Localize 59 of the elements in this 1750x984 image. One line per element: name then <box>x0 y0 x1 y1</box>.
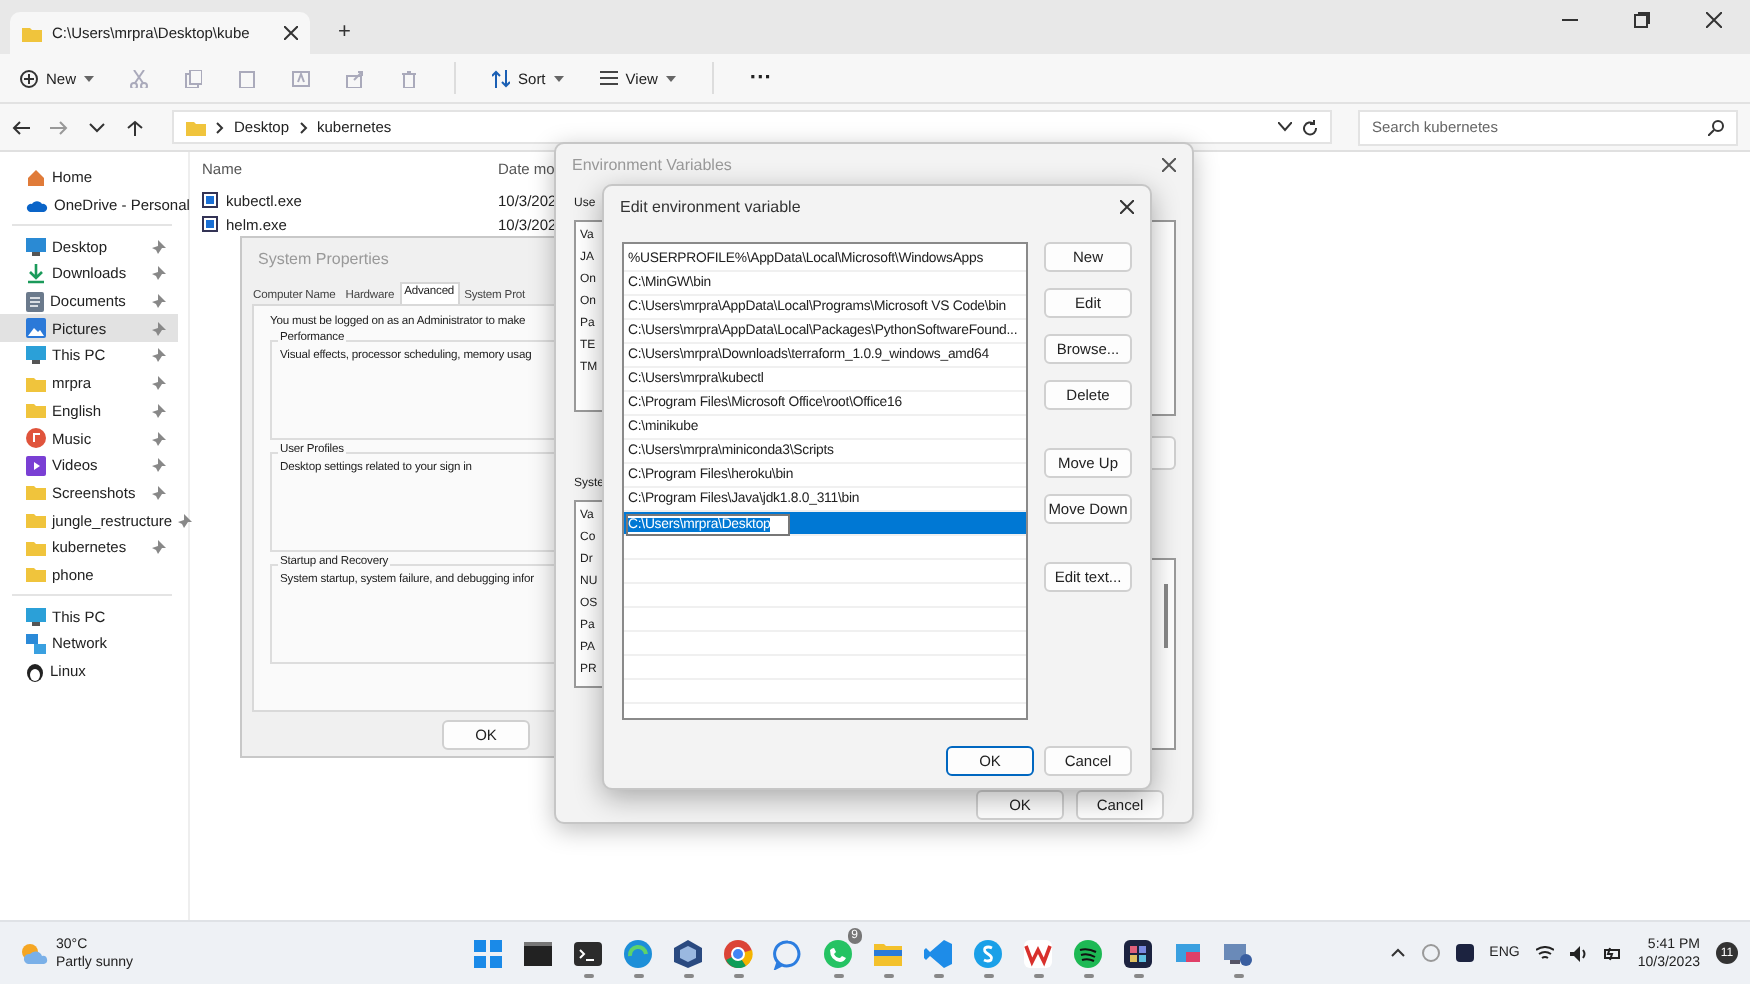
plus-circle-icon <box>20 69 38 87</box>
cloud-icon <box>26 197 48 214</box>
more-button[interactable]: ··· <box>749 66 772 90</box>
tiles-icon[interactable] <box>1122 937 1154 969</box>
search-icon <box>1708 119 1724 135</box>
restore-icon[interactable] <box>1634 12 1650 28</box>
caret-icon <box>665 75 676 81</box>
w-logo-icon[interactable] <box>1022 937 1054 969</box>
monitor-icon <box>26 346 46 365</box>
speaker-icon[interactable] <box>1569 945 1588 961</box>
video-icon <box>26 455 46 476</box>
folder-icon <box>22 25 42 41</box>
close-icon[interactable] <box>1120 199 1134 213</box>
phone-bubble-icon[interactable] <box>822 937 854 969</box>
download-icon <box>26 263 46 284</box>
refresh-icon[interactable] <box>1302 119 1318 135</box>
chevron-right-icon <box>216 121 224 133</box>
browser-circle-icon[interactable] <box>722 937 754 969</box>
image-icon <box>26 318 46 339</box>
sun-cloud-icon <box>20 941 48 965</box>
close-icon[interactable] <box>1162 157 1176 171</box>
network-icon <box>26 633 46 654</box>
start-grid-icon[interactable] <box>472 937 504 969</box>
chat-bubble-icon[interactable] <box>772 937 804 969</box>
chevron-up-icon[interactable] <box>1389 948 1406 958</box>
chevron-down-icon[interactable] <box>1278 122 1292 132</box>
clipboard-icon[interactable] <box>238 69 257 87</box>
monitor-icon <box>26 237 46 256</box>
new-tab-button[interactable]: + <box>338 20 351 44</box>
caret-icon <box>84 75 95 81</box>
back-arrow-icon[interactable] <box>12 119 30 135</box>
battery-plug-icon[interactable] <box>1603 945 1622 961</box>
document-icon <box>26 291 44 312</box>
chevron-down-icon[interactable] <box>88 119 106 135</box>
cube-icon[interactable] <box>672 937 704 969</box>
window-title: Edit environment variable <box>620 197 801 215</box>
forward-arrow-icon[interactable] <box>50 119 68 135</box>
house-icon <box>26 167 46 188</box>
code-ribbon-icon[interactable] <box>922 937 954 969</box>
s-circle-icon[interactable] <box>972 937 1004 969</box>
close-icon[interactable] <box>1706 12 1722 28</box>
caret-icon <box>553 75 564 81</box>
up-arrow-icon[interactable] <box>126 119 144 135</box>
monitor-icon <box>26 607 46 626</box>
scrollbar-thumb[interactable] <box>1164 584 1168 648</box>
window-title: System Properties <box>258 249 389 267</box>
chevron-right-icon <box>299 121 308 133</box>
path-list[interactable] <box>622 242 1028 720</box>
window-title: Environment Variables <box>572 155 732 173</box>
list-view-icon <box>599 70 618 86</box>
sort-arrows-icon <box>492 69 511 87</box>
wave-circle-icon[interactable] <box>622 937 654 969</box>
folder-icon <box>186 119 206 135</box>
sound-waves-icon[interactable] <box>1072 937 1104 969</box>
console-window-icon[interactable] <box>522 937 554 969</box>
terminal-icon[interactable] <box>572 937 604 969</box>
music-icon <box>26 428 46 449</box>
close-icon[interactable] <box>284 26 298 40</box>
wifi-icon[interactable] <box>1535 946 1554 960</box>
